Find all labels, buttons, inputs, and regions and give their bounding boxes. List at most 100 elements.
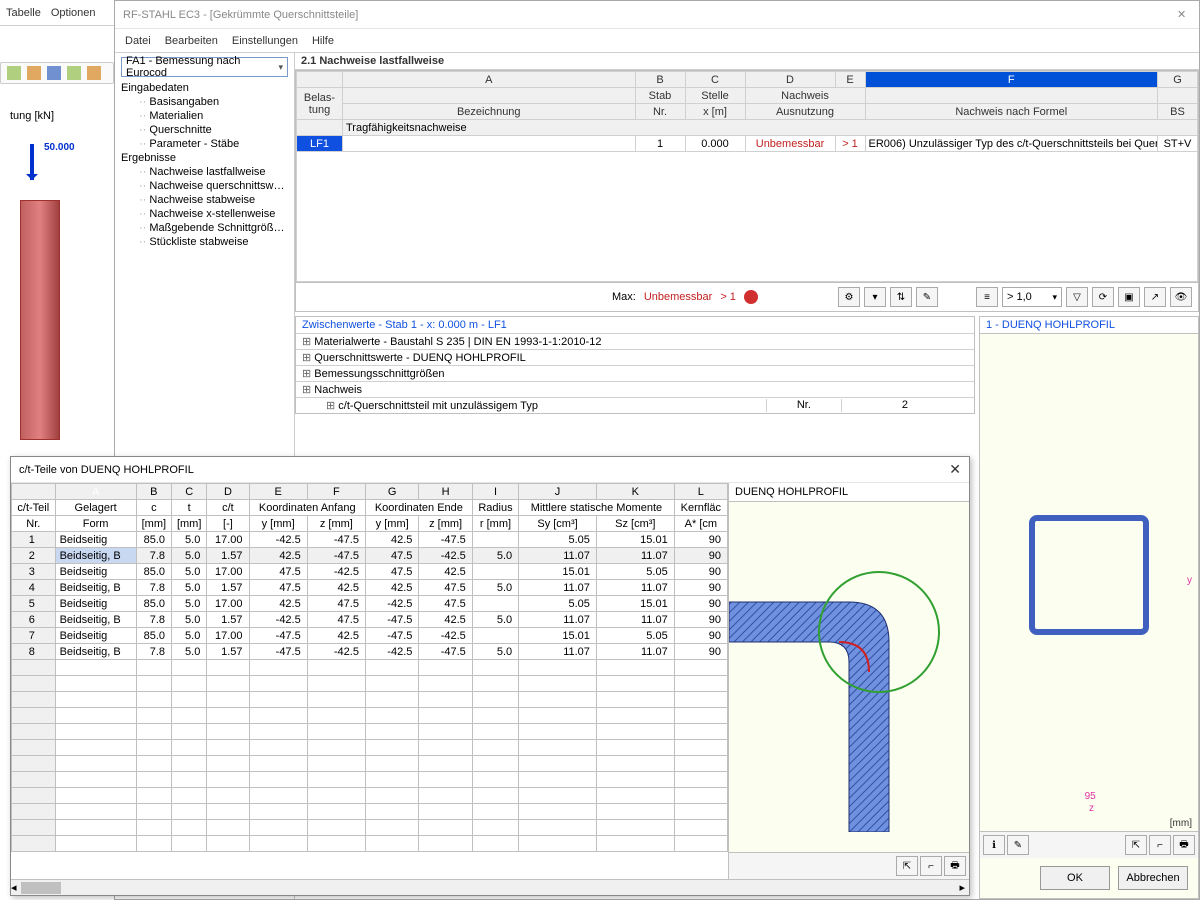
toolbar-icon[interactable] <box>27 66 41 80</box>
interm-row[interactable]: Materialwerte - Baustahl S 235 | DIN EN … <box>302 335 601 348</box>
ct-table[interactable]: ABCDEFGHIJKL c/t-TeilGelagertctc/tKoordi… <box>11 483 729 879</box>
col-header[interactable]: E <box>835 72 865 88</box>
tree-item[interactable]: Nachweise x-stellenweise <box>121 207 288 221</box>
filter-button[interactable]: ▽ <box>1066 287 1088 307</box>
col-letter[interactable]: H <box>419 484 472 500</box>
table-row[interactable]: 8Beidseitig, B7.85.01.57-47.5-42.5-42.5-… <box>12 644 728 660</box>
col-header[interactable]: F <box>865 72 1158 88</box>
menu-hilfe[interactable]: Hilfe <box>312 35 334 47</box>
tree-item[interactable]: Nachweise querschnittsweise <box>121 179 288 193</box>
tree-root-input[interactable]: Eingabedaten <box>121 81 288 95</box>
col-letter[interactable]: J <box>519 484 597 500</box>
tool-button[interactable]: ▾ <box>864 287 886 307</box>
tool-button[interactable]: ⇱ <box>896 856 918 876</box>
toolbar-icon[interactable] <box>47 66 61 80</box>
case-combo[interactable]: FA1 - Bemessung nach Eurocod ▾ <box>121 57 288 77</box>
bg-menubar[interactable]: Tabelle Optionen <box>0 0 114 26</box>
max-label: Max: <box>612 291 636 303</box>
tool-button[interactable]: ⇅ <box>890 287 912 307</box>
col-header[interactable] <box>297 72 343 88</box>
table-row[interactable]: 4Beidseitig, B7.85.01.5747.542.542.547.5… <box>12 580 728 596</box>
tool-button[interactable]: ⌐ <box>1149 835 1171 855</box>
tree-item[interactable]: Basisangaben <box>121 95 288 109</box>
scale-combo[interactable]: > 1,0▾ <box>1002 287 1062 307</box>
tree-item[interactable]: Stückliste stabweise <box>121 235 288 249</box>
table-row[interactable]: LF1 1 0.000 Unbemessbar > 1 ER006) Unzul… <box>297 136 1198 152</box>
cancel-button[interactable]: Abbrechen <box>1118 866 1188 890</box>
view-button[interactable]: 👁 <box>1170 287 1192 307</box>
close-icon[interactable]: ✕ <box>949 461 961 478</box>
case-combo-label: FA1 - Bemessung nach Eurocod <box>126 55 278 79</box>
horizontal-scrollbar[interactable]: ◂▸ <box>11 879 969 895</box>
col-header[interactable]: D <box>745 72 835 88</box>
tree-item[interactable]: Materialien <box>121 109 288 123</box>
table-row[interactable]: 2Beidseitig, B7.85.01.5742.5-47.547.5-42… <box>12 548 728 564</box>
menu-datei[interactable]: Datei <box>125 35 151 47</box>
tool-button[interactable]: ⌐ <box>920 856 942 876</box>
col-header: z [mm] <box>419 516 472 532</box>
col-header[interactable]: A <box>343 72 636 88</box>
max-value: Unbemessbar <box>644 291 712 303</box>
table-row[interactable]: 1Beidseitig85.05.017.00-42.5-47.542.5-47… <box>12 532 728 548</box>
col-letter[interactable]: C <box>172 484 207 500</box>
toolbar-icon[interactable] <box>67 66 81 80</box>
print-button[interactable]: 🖶 <box>944 856 966 876</box>
col-letter[interactable] <box>12 484 56 500</box>
col-header: BS <box>1158 104 1198 120</box>
results-grid[interactable]: A B C D E F G Belas-tung Stab Stelle Nac… <box>295 70 1199 283</box>
col-letter[interactable]: I <box>472 484 518 500</box>
tool-button[interactable]: ✎ <box>916 287 938 307</box>
bg-menu-tabelle[interactable]: Tabelle <box>6 7 41 19</box>
tree-item[interactable]: Querschnitte <box>121 123 288 137</box>
table-row[interactable]: 6Beidseitig, B7.85.01.57-42.547.5-47.542… <box>12 612 728 628</box>
interm-row[interactable]: Querschnittswerte - DUENQ HOHLPROFIL <box>302 351 526 364</box>
col-header: c/t <box>207 500 249 516</box>
col-header[interactable]: C <box>685 72 745 88</box>
menu-bearbeiten[interactable]: Bearbeiten <box>165 35 218 47</box>
intermediate-values[interactable]: Zwischenwerte - Stab 1 - x: 0.000 m - LF… <box>295 316 975 414</box>
section-corner-icon <box>729 502 969 832</box>
nav-tree[interactable]: Eingabedaten Basisangaben Materialien Qu… <box>121 81 288 249</box>
interm-row[interactable]: Bemessungsschnittgrößen <box>302 367 445 380</box>
tool-button[interactable]: ⚙ <box>838 287 860 307</box>
menu-einstellungen[interactable]: Einstellungen <box>232 35 298 47</box>
tree-root-result[interactable]: Ergebnisse <box>121 151 288 165</box>
col-letter[interactable]: E <box>249 484 307 500</box>
col-letter[interactable]: L <box>674 484 727 500</box>
col-letter[interactable]: A <box>55 484 136 500</box>
tree-item[interactable]: Nachweise stabweise <box>121 193 288 207</box>
tool-button[interactable]: ⟳ <box>1092 287 1114 307</box>
print-button[interactable]: 🖶 <box>1173 835 1195 855</box>
tool-button[interactable]: ✎ <box>1007 835 1029 855</box>
col-letter[interactable]: F <box>307 484 365 500</box>
tree-item[interactable]: Nachweise lastfallweise <box>121 165 288 179</box>
col-letter[interactable]: G <box>365 484 418 500</box>
dialog-title: c/t-Teile von DUENQ HOHLPROFIL <box>19 464 194 476</box>
nr-label: Nr. <box>766 399 841 412</box>
bg-menu-optionen[interactable]: Optionen <box>51 7 96 19</box>
cell-lf: LF1 <box>297 136 343 152</box>
ok-button[interactable]: OK <box>1040 866 1110 890</box>
col-header[interactable]: B <box>635 72 685 88</box>
tree-item[interactable]: Parameter - Stäbe <box>121 137 288 151</box>
table-row[interactable]: 7Beidseitig85.05.017.00-47.542.5-47.5-42… <box>12 628 728 644</box>
toolbar-icon[interactable] <box>7 66 21 80</box>
tree-item[interactable]: Maßgebende Schnittgrößen stabweise <box>121 221 288 235</box>
col-letter[interactable]: D <box>207 484 249 500</box>
tool-button[interactable]: ▣ <box>1118 287 1140 307</box>
info-button[interactable]: ℹ <box>983 835 1005 855</box>
col-header[interactable]: G <box>1158 72 1198 88</box>
col-letter[interactable]: K <box>596 484 674 500</box>
tool-button[interactable]: ↗ <box>1144 287 1166 307</box>
col-letter[interactable]: B <box>136 484 171 500</box>
toolbar-icon[interactable] <box>87 66 101 80</box>
table-row[interactable]: 5Beidseitig85.05.017.0042.547.5-42.547.5… <box>12 596 728 612</box>
table-row[interactable]: 3Beidseitig85.05.017.0047.5-42.547.542.5… <box>12 564 728 580</box>
tool-button[interactable]: ⇱ <box>1125 835 1147 855</box>
close-icon[interactable]: ✕ <box>1177 8 1191 22</box>
tool-button[interactable]: ≡ <box>976 287 998 307</box>
menubar[interactable]: Datei Bearbeiten Einstellungen Hilfe <box>115 29 1199 53</box>
interm-row[interactable]: Nachweis <box>302 383 362 396</box>
bg-toolbar[interactable] <box>0 62 114 84</box>
col-header: Nachweis <box>745 88 865 104</box>
